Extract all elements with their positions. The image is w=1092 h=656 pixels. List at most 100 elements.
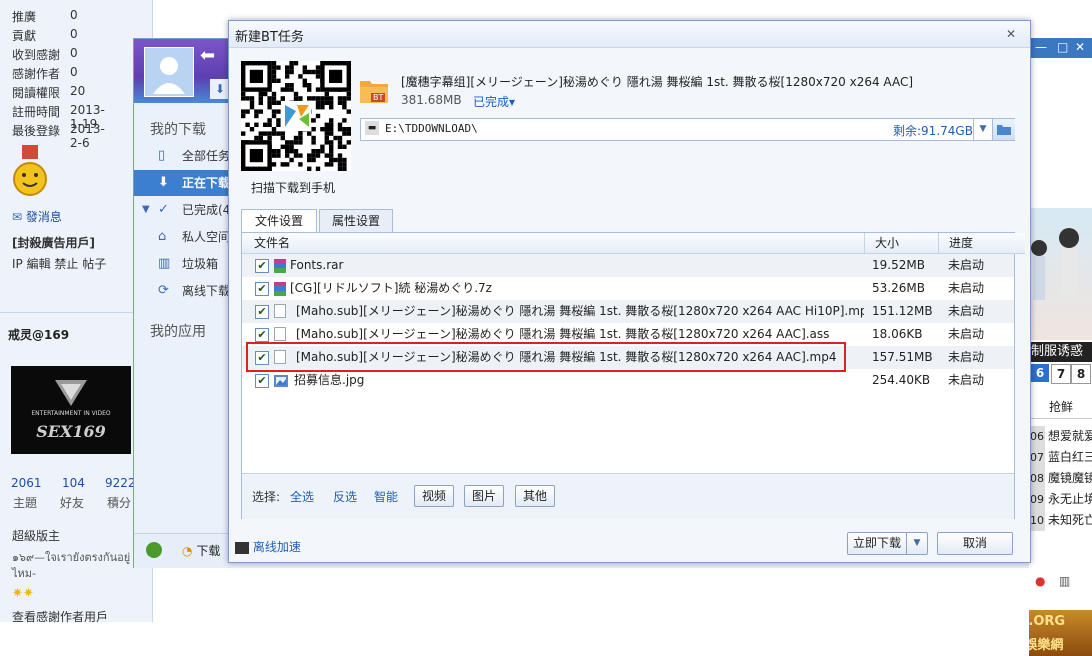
leaf-icon[interactable] bbox=[146, 542, 162, 558]
tab-file-settings[interactable]: 文件设置 bbox=[241, 209, 317, 233]
sidebar-item-all-tasks[interactable]: ▯ 全部任务 bbox=[134, 143, 230, 169]
save-path-text: E:\TDDOWNLOAD\ bbox=[385, 122, 478, 135]
completion-status-dropdown[interactable]: 已完成▾ bbox=[473, 93, 515, 110]
dialog-close-button[interactable]: ✕ bbox=[1001, 24, 1021, 44]
start-download-dropdown[interactable]: ▼ bbox=[906, 532, 928, 555]
stat-row: 收到感謝 0 bbox=[12, 46, 78, 62]
list-item[interactable]: 10 未知死亡 bbox=[1029, 510, 1092, 531]
archive-icon bbox=[274, 258, 286, 273]
list-item[interactable]: 06 想爱就爱 bbox=[1029, 426, 1092, 447]
minimize-icon[interactable]: — bbox=[1035, 40, 1047, 54]
list-item[interactable]: 09 永无止境 bbox=[1029, 489, 1092, 510]
file-checkbox[interactable]: ✔ bbox=[255, 328, 269, 342]
torrent-size: 381.68MB bbox=[401, 93, 462, 107]
archive-icon bbox=[274, 281, 286, 296]
cancel-button[interactable]: 取消 bbox=[937, 532, 1013, 555]
view-thanks-link[interactable]: 查看感謝作者用戶 bbox=[12, 608, 108, 625]
new-bt-task-dialog: 新建BT任务 ✕ 扫描下载到手机 BT [魔穗字幕组][メリージェーン]秘湯めぐ… bbox=[228, 20, 1031, 563]
list-item[interactable]: 08 魔镜魔镜 bbox=[1029, 468, 1092, 489]
page-button[interactable]: 6 bbox=[1031, 364, 1049, 382]
chevron-down-icon[interactable]: ▼ bbox=[142, 197, 150, 223]
list-item[interactable]: 07 蓝白红三 bbox=[1029, 447, 1092, 468]
drive-icon: ▬ bbox=[365, 121, 379, 135]
maximize-icon[interactable]: □ bbox=[1057, 40, 1068, 54]
stat-row: 感謝作者 0 bbox=[12, 65, 78, 81]
webpage-toolbar: ● ▥ bbox=[1029, 572, 1092, 592]
filter-other-button[interactable]: 其他 bbox=[515, 485, 555, 507]
points-count[interactable]: 9222 bbox=[105, 476, 136, 490]
select-all-link[interactable]: 全选 bbox=[290, 488, 314, 505]
smart-select-link[interactable]: 智能 bbox=[374, 488, 398, 505]
filter-image-button[interactable]: 图片 bbox=[464, 485, 504, 507]
topic-count[interactable]: 2061 bbox=[11, 476, 42, 490]
file-checkbox[interactable]: ✔ bbox=[255, 305, 269, 319]
stat-row: 貢獻 0 bbox=[12, 27, 78, 43]
user-avatar-icon[interactable] bbox=[144, 47, 194, 97]
send-message-link[interactable]: ✉ 發消息 bbox=[12, 208, 62, 225]
location-pin-icon[interactable]: ● bbox=[1035, 574, 1045, 588]
envelope-icon: ✉ bbox=[12, 210, 23, 224]
filter-video-button[interactable]: 视频 bbox=[414, 485, 454, 507]
lock-icon: ⌂ bbox=[158, 229, 167, 244]
highlight-annotation bbox=[246, 342, 846, 372]
admin-links[interactable]: IP 編輯 禁止 帖子 bbox=[12, 255, 106, 272]
browse-folder-button[interactable] bbox=[992, 119, 1015, 140]
column-header-progress[interactable]: 进度 bbox=[938, 233, 1025, 254]
invert-selection-link[interactable]: 反选 bbox=[333, 488, 357, 505]
monitor-icon bbox=[235, 541, 249, 554]
page-button[interactable]: 8 bbox=[1071, 364, 1091, 384]
file-row[interactable]: ✔ [CG][リドルソフト]続 秘湯めぐり.7z 53.26MB 未启动 bbox=[242, 277, 1014, 300]
tab-property-settings[interactable]: 属性设置 bbox=[319, 209, 393, 232]
forum-user-panel: 推廣 0 貢獻 0 收到感謝 0 感謝作者 0 閱讀權限 20 註冊時間 2013-1-19… bbox=[0, 0, 153, 625]
thunder-sidebar: 我的下载 ▯ 全部任务 ⬇ 正在下载 ▼ ✓ 已完成(4 ⌂ 私人空间 ▥ 垃圾… bbox=[134, 103, 231, 567]
download-arrow-icon: ⬇ bbox=[158, 175, 169, 190]
sidebar-item-completed[interactable]: ▼ ✓ 已完成(4 bbox=[134, 197, 230, 223]
file-row[interactable]: ✔ 招募信息.jpg 254.40KB 未启动 bbox=[242, 369, 1014, 392]
file-row[interactable]: ✔ [Maho.sub][メリージェーン]秘湯めぐり 隱れ湯 舞桜編 1st. … bbox=[242, 300, 1014, 323]
start-download-button[interactable]: 立即下载 bbox=[847, 532, 907, 555]
webpage-header: — □ ✕ bbox=[1029, 38, 1092, 58]
user-group-label: [封殺廣告用戶] bbox=[12, 236, 95, 250]
close-icon[interactable]: ✕ bbox=[1075, 40, 1085, 54]
download-icon[interactable]: ⬇ bbox=[210, 79, 230, 99]
divider bbox=[0, 312, 152, 313]
tab-fresh[interactable]: 抢鲜 bbox=[1029, 394, 1092, 419]
back-arrow-icon[interactable]: ⬅ bbox=[200, 45, 215, 66]
chart-icon[interactable]: ▥ bbox=[1059, 574, 1070, 588]
sidebar-section-my-downloads: 我的下载 bbox=[150, 122, 206, 138]
column-header-name[interactable]: 文件名 bbox=[242, 233, 874, 254]
offline-accel-link[interactable]: 离线加速 bbox=[235, 538, 301, 555]
select-label: 选择: bbox=[252, 490, 281, 504]
path-dropdown-button[interactable]: ▼ bbox=[973, 119, 992, 140]
file-row[interactable]: ✔ Fonts.rar 19.52MB 未启动 bbox=[242, 254, 1014, 277]
movie-list: 06 想爱就爱 07 蓝白红三 08 魔镜魔镜 09 永无止境 10 未知死亡 bbox=[1029, 426, 1092, 531]
bottom-download-button[interactable]: ◔ 下载 bbox=[182, 542, 220, 559]
user-avatar[interactable]: ENTERTAINMENT IN VIDEO SEX169 bbox=[11, 366, 131, 454]
file-checkbox[interactable]: ✔ bbox=[255, 374, 269, 388]
selection-toolbar: 选择: 全选 反选 智能 视频 图片 其他 bbox=[242, 473, 1014, 519]
file-icon bbox=[274, 304, 286, 318]
file-checkbox[interactable]: ✔ bbox=[255, 282, 269, 296]
username[interactable]: 戒灵@169 bbox=[8, 326, 69, 343]
column-header-size[interactable]: 大小 bbox=[864, 233, 947, 254]
sidebar-item-trash[interactable]: ▥ 垃圾箱 bbox=[134, 251, 230, 277]
page-button[interactable]: 7 bbox=[1051, 364, 1071, 384]
offline-icon: ⟳ bbox=[158, 283, 169, 298]
sidebar-item-private-space[interactable]: ⌂ 私人空间 bbox=[134, 224, 230, 250]
qr-code-icon[interactable] bbox=[241, 61, 351, 171]
file-list: 文件名 大小 进度 ✔ Fonts.rar 19.52MB 未启动 ✔ [CG]… bbox=[241, 232, 1025, 519]
image-icon bbox=[274, 373, 288, 387]
free-space-text: 剩余:91.74GB bbox=[893, 124, 973, 138]
sidebar-item-offline-download[interactable]: ⟳ 离线下载 bbox=[134, 278, 230, 304]
file-checkbox[interactable]: ✔ bbox=[255, 259, 269, 273]
sidebar-item-downloading[interactable]: ⬇ 正在下载 bbox=[134, 170, 230, 196]
user-signature: ๑๖๙—ใจเรายังตรงกันอยู่ไหม- bbox=[12, 551, 131, 580]
friend-count[interactable]: 104 bbox=[62, 476, 85, 490]
site-ad-banner[interactable]: SEX169.ORG SEX169成人娛樂網 bbox=[1029, 610, 1092, 656]
banner-image[interactable] bbox=[1029, 208, 1092, 340]
background-webpage: — □ ✕ 制服诱惑 6 7 8 抢鲜 06 想爱就爱 07 蓝白红三 08 魔镜魔镜… bbox=[1029, 38, 1092, 656]
sidebar-section-my-apps: 我的应用 bbox=[150, 324, 206, 340]
stat-row: 註冊時間 2013-1-19 bbox=[12, 103, 105, 131]
save-path-field[interactable]: ▬ E:\TDDOWNLOAD\ 剩余:91.74GB ▼ bbox=[360, 118, 1015, 141]
trash-icon: ▥ bbox=[158, 256, 171, 271]
